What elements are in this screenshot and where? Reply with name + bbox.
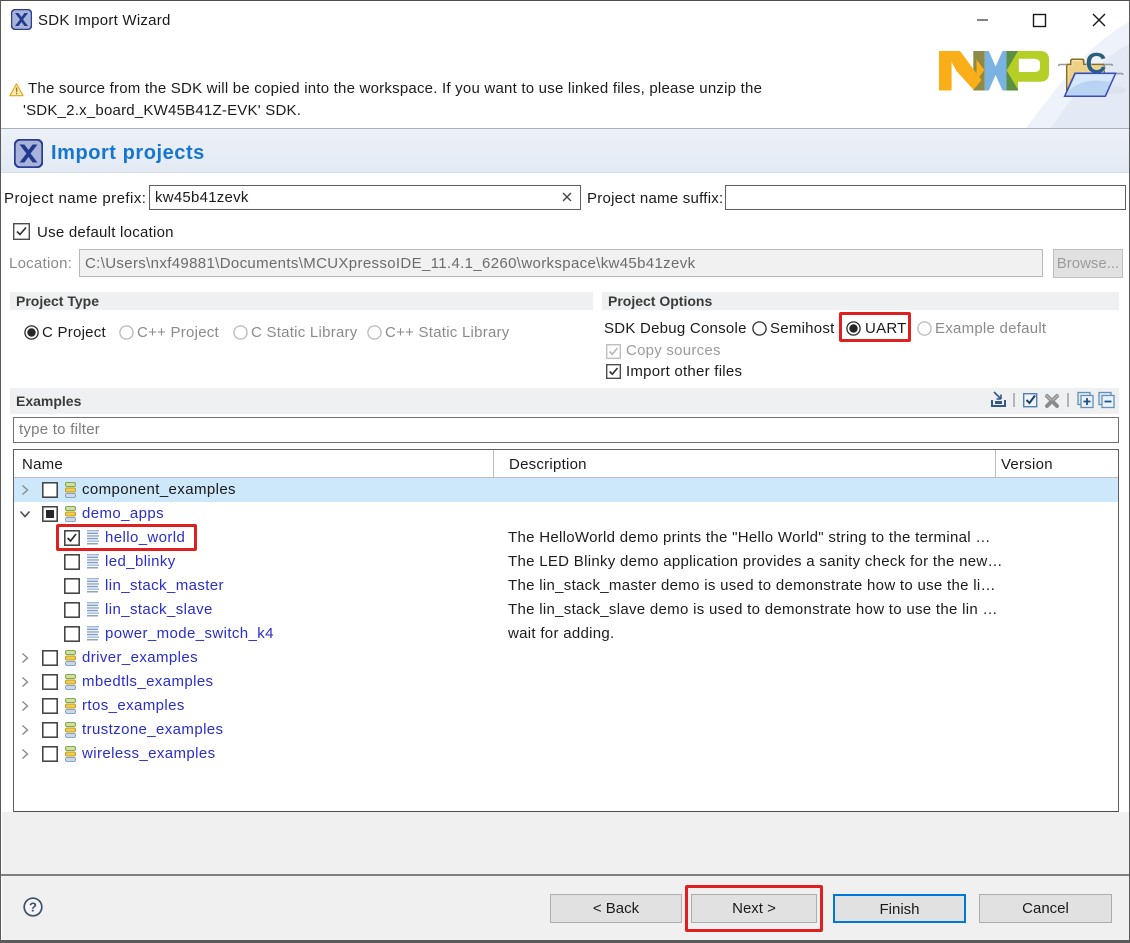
- svg-text:?: ?: [29, 900, 37, 915]
